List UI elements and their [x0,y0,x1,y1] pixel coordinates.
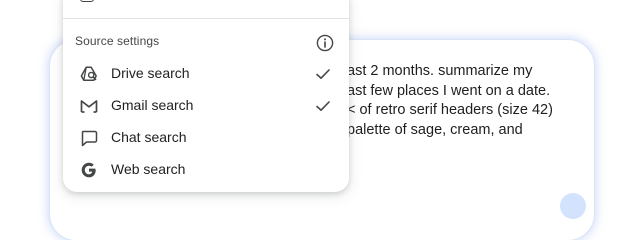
drive-search-icon [80,66,97,81]
prompt-line: ast few places I went on a date. [347,82,551,99]
prompt-line: ast 2 months. summarize my [347,63,533,79]
prompt-line: < of retro serif headers (size 42) [347,102,553,118]
checkmark-icon [316,101,330,111]
menu-item-label: Web search [111,161,186,177]
menu-item-icon-partial[interactable] [80,0,94,2]
source-settings-header: Source settings [75,34,160,48]
menu-item-gmail-search[interactable]: Gmail search [63,90,349,122]
send-button[interactable] [560,193,586,219]
menu-item-drive-search[interactable]: Drive search [63,58,349,90]
menu-item-chat-search[interactable]: Chat search [63,122,349,154]
google-g-icon [81,162,96,178]
menu-item-label: Chat search [111,129,187,145]
info-icon[interactable] [316,34,334,52]
menu-divider [63,18,349,19]
menu-item-label: Drive search [111,65,190,81]
menu-item-label: Gmail search [111,97,194,113]
gmail-icon [80,100,98,113]
checkmark-icon [316,69,330,79]
chat-icon [81,130,98,147]
prompt-text[interactable]: ast 2 months. summarize my ast few place… [347,62,587,140]
menu-item-web-search[interactable]: Web search [63,154,349,186]
prompt-line: palette of sage, cream, and [347,121,523,138]
